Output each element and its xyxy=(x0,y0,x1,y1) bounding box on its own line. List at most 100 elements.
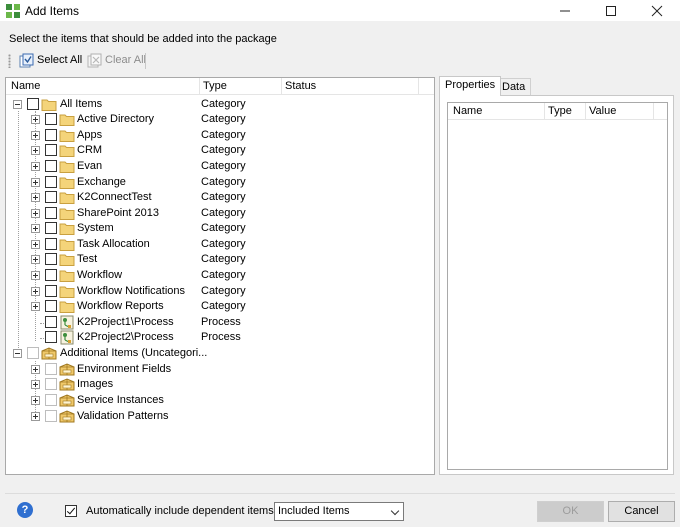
expand-toggle[interactable] xyxy=(31,146,40,155)
row-checkbox[interactable] xyxy=(45,285,57,297)
column-divider[interactable] xyxy=(544,103,545,120)
items-tree[interactable]: Name Type Status All Items Category Acti… xyxy=(5,77,435,475)
tree-row[interactable]: Validation Patterns xyxy=(6,409,434,424)
expand-toggle[interactable] xyxy=(31,131,40,140)
collapse-toggle[interactable] xyxy=(13,349,22,358)
row-type: Category xyxy=(201,253,246,265)
tree-row[interactable]: CRM Category xyxy=(6,143,434,158)
expand-toggle[interactable] xyxy=(31,365,40,374)
column-status[interactable]: Status xyxy=(285,80,316,92)
expand-toggle[interactable] xyxy=(31,412,40,421)
row-checkbox[interactable] xyxy=(45,113,57,125)
properties-grid[interactable]: Name Type Value xyxy=(447,102,668,470)
folder-icon xyxy=(59,270,75,282)
row-checkbox[interactable] xyxy=(45,378,57,390)
row-checkbox[interactable] xyxy=(45,300,57,312)
row-checkbox[interactable] xyxy=(45,238,57,250)
row-name: System xyxy=(77,222,114,234)
tree-row[interactable]: SharePoint 2013 Category xyxy=(6,206,434,221)
expand-toggle[interactable] xyxy=(31,162,40,171)
select-all-icon xyxy=(19,53,34,68)
tree-row[interactable]: Apps Category xyxy=(6,128,434,143)
row-checkbox[interactable] xyxy=(27,347,39,359)
row-checkbox[interactable] xyxy=(45,331,57,343)
tree-row[interactable]: Additional Items (Uncategori... xyxy=(6,346,434,361)
column-name[interactable]: Name xyxy=(11,80,40,92)
tree-row[interactable]: Exchange Category xyxy=(6,175,434,190)
column-value[interactable]: Value xyxy=(589,105,616,117)
row-checkbox[interactable] xyxy=(45,363,57,375)
row-name: Validation Patterns xyxy=(77,410,169,422)
expand-toggle[interactable] xyxy=(31,209,40,218)
row-checkbox[interactable] xyxy=(45,144,57,156)
tree-header: Name Type Status xyxy=(6,78,434,95)
expand-toggle[interactable] xyxy=(31,193,40,202)
expand-toggle[interactable] xyxy=(31,287,40,296)
row-checkbox[interactable] xyxy=(45,222,57,234)
ok-button[interactable]: OK xyxy=(537,501,604,522)
close-button[interactable] xyxy=(634,0,680,22)
auto-include-checkbox[interactable] xyxy=(65,505,77,517)
clear-all-button[interactable]: Clear All xyxy=(85,51,146,71)
row-checkbox[interactable] xyxy=(45,160,57,172)
minimize-button[interactable] xyxy=(542,0,588,22)
expand-toggle[interactable] xyxy=(31,178,40,187)
column-divider[interactable] xyxy=(199,78,200,95)
column-divider[interactable] xyxy=(418,78,419,95)
folder-icon xyxy=(41,99,57,111)
column-type[interactable]: Type xyxy=(548,105,572,117)
tree-row[interactable]: K2ConnectTest Category xyxy=(6,190,434,205)
row-checkbox[interactable] xyxy=(27,98,39,110)
tree-row[interactable]: Environment Fields xyxy=(6,362,434,377)
tree-row[interactable]: All Items Category xyxy=(6,97,434,112)
expand-toggle[interactable] xyxy=(31,240,40,249)
tree-row[interactable]: Active Directory Category xyxy=(6,112,434,127)
tree-row[interactable]: Workflow Category xyxy=(6,268,434,283)
row-checkbox[interactable] xyxy=(45,269,57,281)
tree-row[interactable]: System Category xyxy=(6,221,434,236)
tree-row[interactable]: Test Category xyxy=(6,252,434,267)
tree-row[interactable]: Service Instances xyxy=(6,393,434,408)
row-checkbox[interactable] xyxy=(45,129,57,141)
row-checkbox[interactable] xyxy=(45,253,57,265)
expand-toggle[interactable] xyxy=(31,302,40,311)
row-checkbox[interactable] xyxy=(45,316,57,328)
help-icon[interactable]: ? xyxy=(17,502,33,518)
row-type: Category xyxy=(201,191,246,203)
chevron-down-icon xyxy=(390,506,400,516)
column-divider[interactable] xyxy=(281,78,282,95)
select-all-button[interactable]: Select All xyxy=(17,51,82,71)
tab-data[interactable]: Data xyxy=(496,78,532,95)
maximize-button[interactable] xyxy=(588,0,634,22)
row-checkbox[interactable] xyxy=(45,207,57,219)
expand-toggle[interactable] xyxy=(31,255,40,264)
folder-icon xyxy=(59,192,75,204)
row-checkbox[interactable] xyxy=(45,191,57,203)
expand-toggle[interactable] xyxy=(31,115,40,124)
tree-row[interactable]: Workflow Notifications Category xyxy=(6,284,434,299)
tree-row[interactable]: Evan Category xyxy=(6,159,434,174)
column-name[interactable]: Name xyxy=(453,105,482,117)
include-mode-dropdown[interactable]: Included Items xyxy=(274,502,404,521)
expand-toggle[interactable] xyxy=(31,396,40,405)
cancel-button[interactable]: Cancel xyxy=(608,501,675,522)
row-name: K2Project2\Process xyxy=(77,331,174,343)
row-checkbox[interactable] xyxy=(45,176,57,188)
tree-row[interactable]: Images xyxy=(6,377,434,392)
row-checkbox[interactable] xyxy=(45,410,57,422)
tree-row[interactable]: Task Allocation Category xyxy=(6,237,434,252)
row-type: Category xyxy=(201,160,246,172)
collapse-toggle[interactable] xyxy=(13,100,22,109)
row-type: Process xyxy=(201,316,241,328)
expand-toggle[interactable] xyxy=(31,224,40,233)
tree-row[interactable]: K2Project1\Process Process xyxy=(6,315,434,330)
column-type[interactable]: Type xyxy=(203,80,227,92)
expand-toggle[interactable] xyxy=(31,271,40,280)
column-divider[interactable] xyxy=(653,103,654,120)
expand-toggle[interactable] xyxy=(31,380,40,389)
tab-properties[interactable]: Properties xyxy=(439,76,502,96)
tree-row[interactable]: K2Project2\Process Process xyxy=(6,330,434,345)
tree-row[interactable]: Workflow Reports Category xyxy=(6,299,434,314)
column-divider[interactable] xyxy=(585,103,586,120)
row-checkbox[interactable] xyxy=(45,394,57,406)
